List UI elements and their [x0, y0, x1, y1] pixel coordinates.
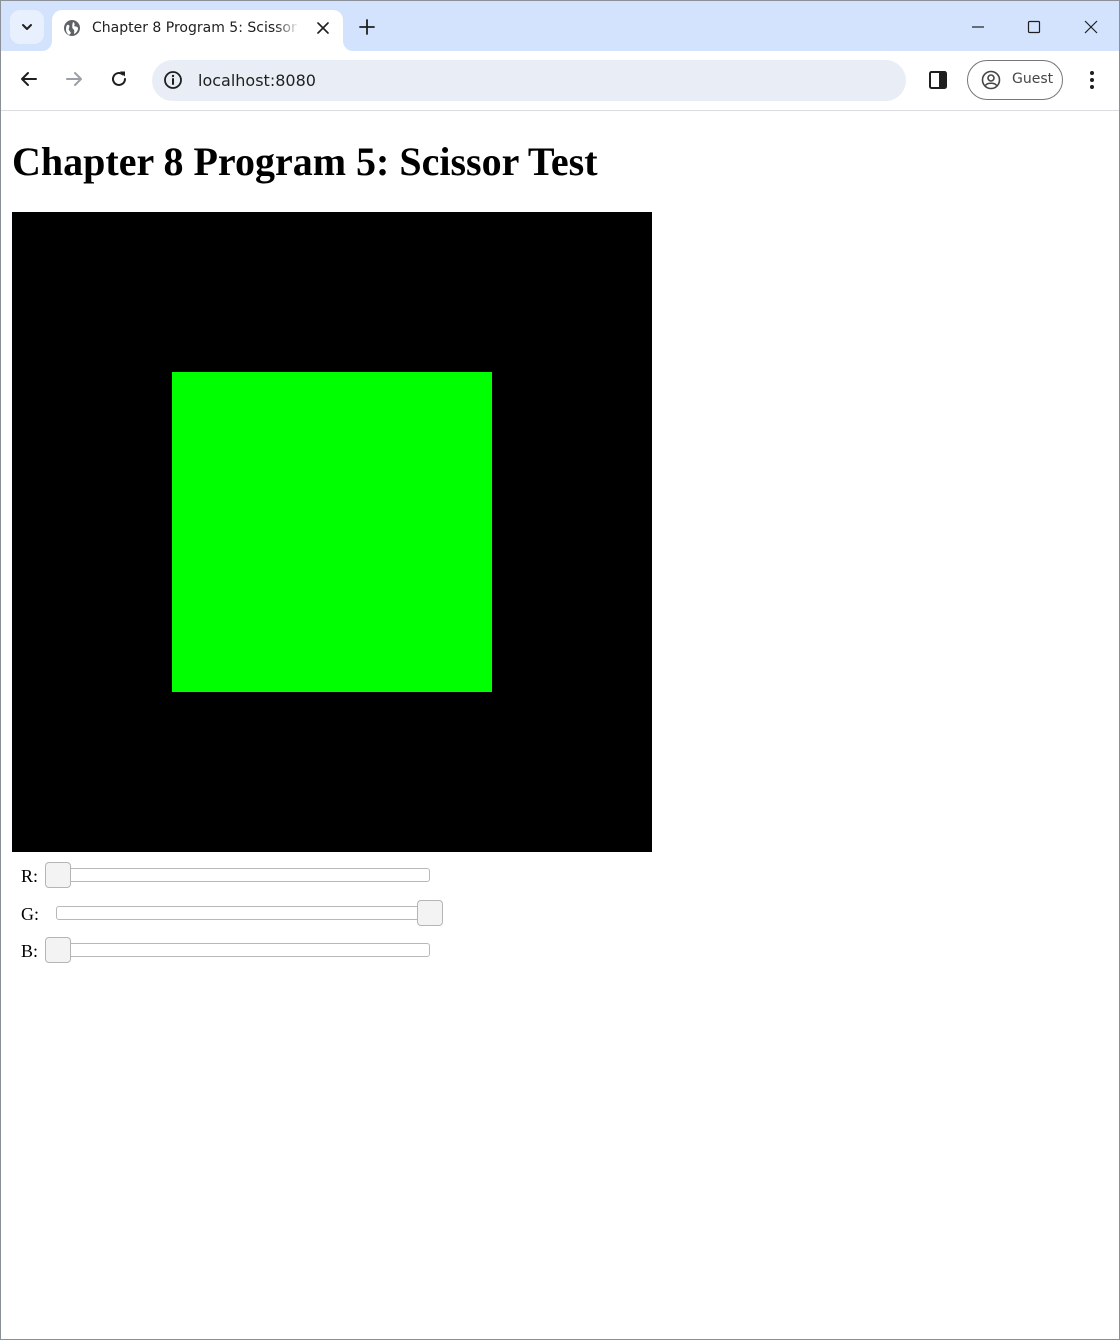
- plus-icon: [359, 19, 375, 35]
- forward-button[interactable]: [58, 63, 90, 95]
- slider-track-r[interactable]: [45, 862, 430, 888]
- tab-close-button[interactable]: [313, 18, 333, 38]
- tab-search-button[interactable]: [10, 10, 44, 44]
- minimize-icon: [972, 26, 984, 28]
- chevron-down-icon: [22, 24, 32, 30]
- url-text[interactable]: localhost:8080: [198, 71, 316, 90]
- page-content: Chapter 8 Program 5: Scissor Test R: G: …: [1, 111, 1119, 1339]
- back-button[interactable]: [13, 63, 45, 95]
- address-bar[interactable]: localhost:8080: [152, 60, 906, 101]
- slider-label-r: R:: [21, 866, 39, 886]
- slider-thumb-g[interactable]: [417, 900, 443, 926]
- side-panel-icon: [929, 71, 947, 89]
- slider-thumb-r[interactable]: [45, 862, 71, 888]
- webgl-canvas[interactable]: [12, 212, 652, 852]
- close-window-button[interactable]: [1071, 9, 1111, 45]
- slider-label-b: B:: [21, 941, 39, 961]
- slider-row-b: B:: [21, 936, 461, 966]
- scissor-region: [172, 372, 492, 692]
- more-vert-icon: [1090, 71, 1094, 89]
- slider-track-b[interactable]: [45, 937, 430, 963]
- globe-icon: [64, 20, 80, 36]
- account-circle-icon: [981, 70, 1001, 90]
- slider-label-g: G:: [21, 904, 39, 924]
- reload-icon: [112, 71, 126, 86]
- side-panel-button[interactable]: [923, 65, 953, 95]
- slider-row-r: R:: [21, 861, 461, 891]
- browser-toolbar: localhost:8080 Guest: [1, 51, 1119, 111]
- page-title: Chapter 8 Program 5: Scissor Test: [12, 139, 598, 184]
- slider-thumb-b[interactable]: [45, 937, 71, 963]
- profile-label: Guest: [1012, 71, 1054, 87]
- close-icon: [317, 22, 329, 34]
- slider-track-g[interactable]: [56, 900, 443, 926]
- tab-title: Chapter 8 Program 5: Scissor Test: [92, 20, 300, 36]
- profile-button[interactable]: Guest: [967, 60, 1063, 100]
- close-icon: [1084, 20, 1098, 34]
- new-tab-button[interactable]: [353, 13, 381, 41]
- browser-menu-button[interactable]: [1077, 65, 1107, 95]
- reload-button[interactable]: [103, 63, 135, 95]
- arrow-right-icon: [66, 72, 82, 86]
- browser-window: Chapter 8 Program 5: Scissor Test: [0, 0, 1120, 1340]
- maximize-button[interactable]: [1014, 9, 1054, 45]
- site-info-icon[interactable]: [163, 70, 183, 90]
- active-tab[interactable]: Chapter 8 Program 5: Scissor Test: [52, 10, 343, 51]
- arrow-left-icon: [21, 72, 37, 86]
- maximize-icon: [1027, 20, 1041, 34]
- minimize-button[interactable]: [958, 9, 998, 45]
- tab-strip: Chapter 8 Program 5: Scissor Test: [1, 1, 1119, 51]
- slider-row-g: G:: [21, 899, 461, 929]
